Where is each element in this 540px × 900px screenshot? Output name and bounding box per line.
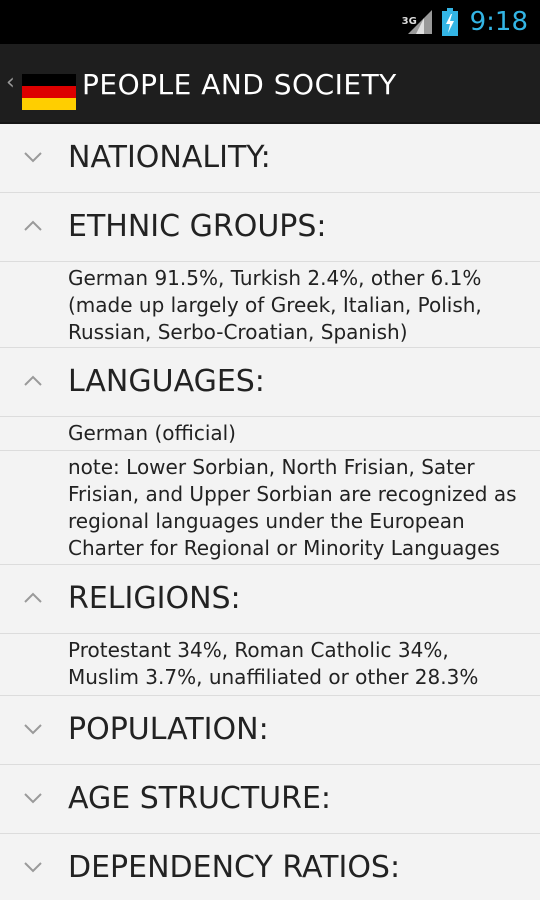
languages-note: note: Lower Sorbian, North Frisian, Sate… [0, 451, 540, 565]
section-dependency-ratios[interactable]: DEPENDENCY RATIOS: [0, 834, 540, 900]
chevron-down-icon [24, 152, 42, 163]
chevron-up-icon [24, 375, 42, 386]
section-title: POPULATION: [68, 712, 269, 747]
status-bar: 3G 9:18 [0, 0, 540, 44]
page-title: PEOPLE AND SOCIETY [82, 68, 397, 101]
ethnic-groups-detail: German 91.5%, Turkish 2.4%, other 6.1% (… [0, 262, 540, 348]
section-languages[interactable]: LANGUAGES: [0, 348, 540, 417]
chevron-down-icon [24, 862, 42, 873]
clock: 9:18 [469, 7, 528, 37]
section-ethnic-groups[interactable]: ETHNIC GROUPS: [0, 193, 540, 262]
section-title: NATIONALITY: [68, 140, 271, 175]
section-nationality[interactable]: NATIONALITY: [0, 124, 540, 193]
religions-detail: Protestant 34%, Roman Catholic 34%, Musl… [0, 634, 540, 696]
status-icons: 3G 9:18 [402, 0, 528, 44]
action-bar: ‹ PEOPLE AND SOCIETY [0, 44, 540, 124]
chevron-up-icon [24, 220, 42, 231]
section-title: DEPENDENCY RATIOS: [68, 850, 401, 885]
chevron-up-icon [24, 592, 42, 603]
section-religions[interactable]: RELIGIONS: [0, 565, 540, 634]
network-type-label: 3G [401, 16, 417, 27]
section-list: NATIONALITY: ETHNIC GROUPS: German 91.5%… [0, 124, 540, 900]
languages-detail: German (official) [0, 417, 540, 451]
signal-icon: 3G [402, 8, 434, 36]
section-title: ETHNIC GROUPS: [68, 209, 327, 244]
section-population[interactable]: POPULATION: [0, 696, 540, 765]
chevron-left-icon: ‹ [6, 70, 15, 95]
section-title: RELIGIONS: [68, 581, 241, 616]
chevron-down-icon [24, 724, 42, 735]
battery-charging-icon [441, 8, 458, 36]
section-title: LANGUAGES: [68, 364, 265, 399]
section-age-structure[interactable]: AGE STRUCTURE: [0, 765, 540, 834]
germany-flag-icon [22, 74, 76, 110]
chevron-down-icon [24, 793, 42, 804]
section-title: AGE STRUCTURE: [68, 781, 332, 816]
back-button[interactable]: ‹ [0, 44, 82, 124]
